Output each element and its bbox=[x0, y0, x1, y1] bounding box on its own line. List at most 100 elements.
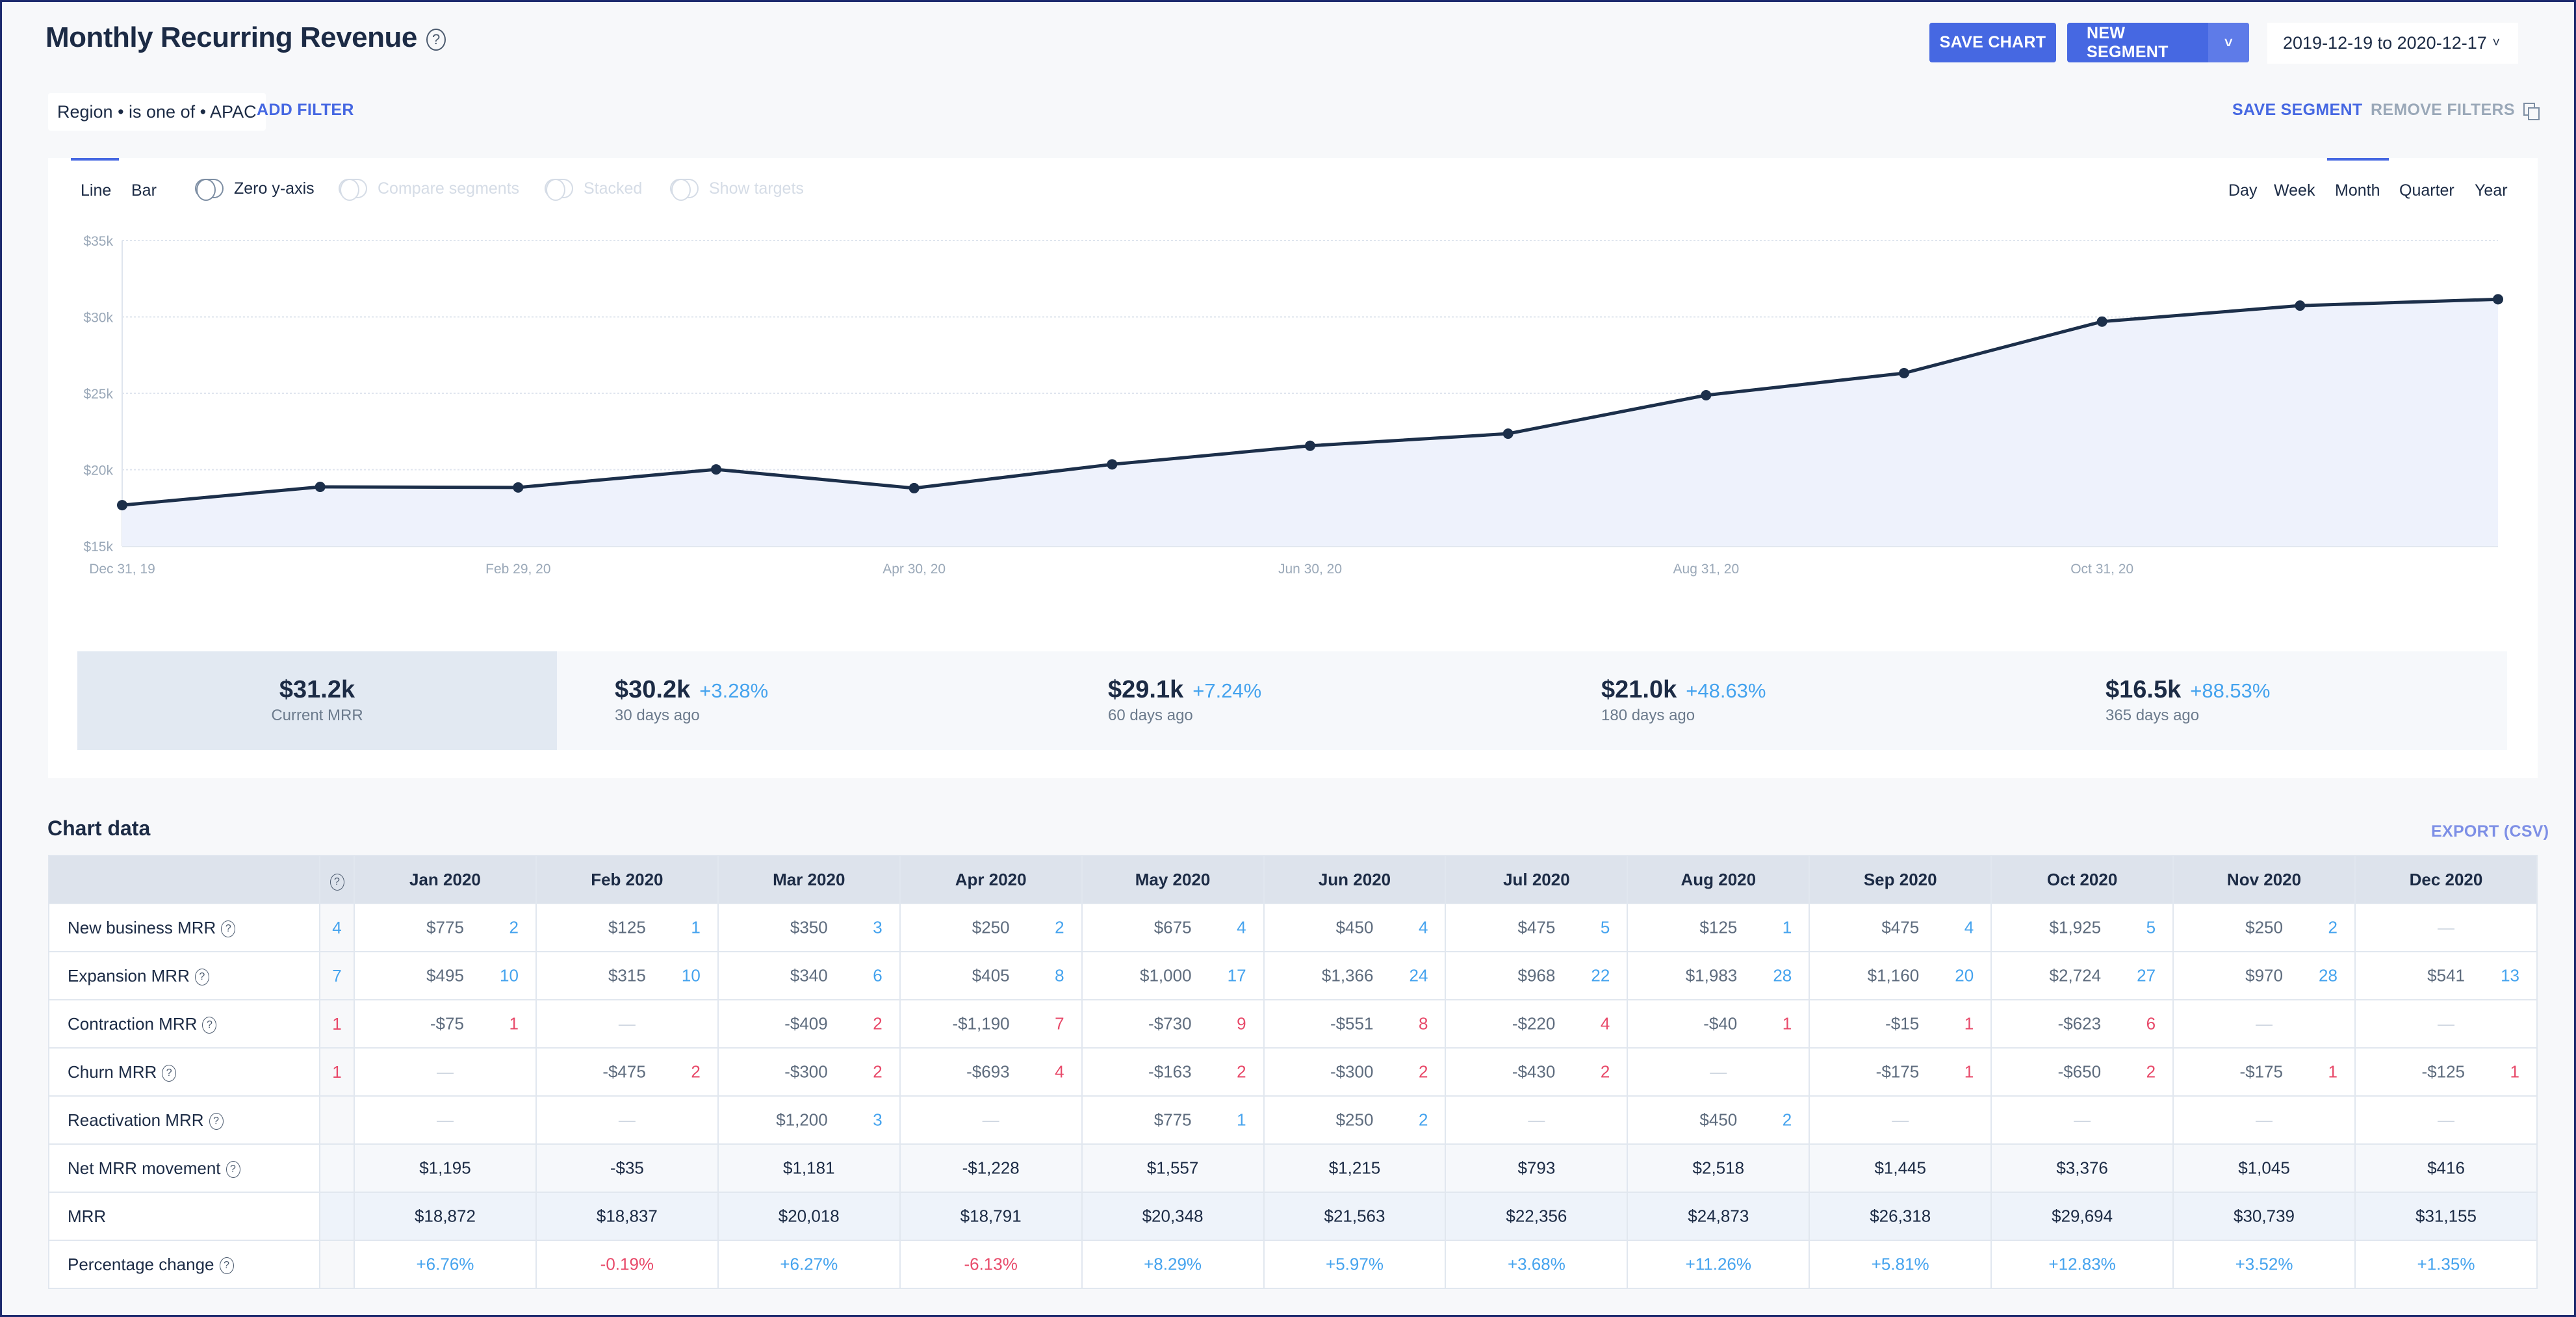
help-icon[interactable]: ? bbox=[194, 968, 209, 985]
month-header: Apr 2020 bbox=[899, 855, 1083, 904]
cell-customer-count[interactable]: 2 bbox=[1055, 918, 1064, 938]
cell-customer-count[interactable]: 3 bbox=[873, 1110, 882, 1130]
row-total-count[interactable]: 7 bbox=[319, 951, 355, 1000]
data-point[interactable] bbox=[2096, 316, 2107, 327]
table-cell: $405 8 bbox=[899, 951, 1083, 1000]
cell-customer-count[interactable]: 2 bbox=[1237, 1062, 1246, 1082]
cell-customer-count[interactable]: 3 bbox=[873, 918, 882, 938]
row-total-count[interactable] bbox=[319, 1095, 355, 1145]
cell-value: $31,155 bbox=[2415, 1206, 2477, 1226]
cell-customer-count[interactable]: 1 bbox=[509, 1014, 518, 1034]
help-icon[interactable]: ? bbox=[225, 1160, 240, 1178]
cell-customer-count[interactable]: 13 bbox=[2501, 966, 2519, 986]
help-icon[interactable]: ? bbox=[162, 1064, 177, 1082]
table-cell: -$35 bbox=[535, 1143, 719, 1193]
data-point[interactable] bbox=[1502, 428, 1513, 439]
table-cell: $250 2 bbox=[899, 903, 1083, 952]
cell-amount: $675 bbox=[1153, 917, 1192, 937]
help-icon[interactable]: ? bbox=[202, 1016, 217, 1034]
data-point[interactable] bbox=[908, 482, 920, 493]
cell-customer-count[interactable]: 2 bbox=[873, 1062, 882, 1082]
table-cell: -$15 1 bbox=[1809, 999, 1992, 1049]
cell-customer-count[interactable]: 4 bbox=[1419, 918, 1428, 938]
cell-customer-count[interactable]: 1 bbox=[1237, 1110, 1246, 1130]
data-point[interactable] bbox=[1107, 459, 1118, 470]
cell-customer-count[interactable]: 1 bbox=[1783, 918, 1792, 938]
help-icon[interactable]: ? bbox=[219, 1257, 234, 1274]
cell-customer-count[interactable]: 1 bbox=[2510, 1062, 2519, 1082]
cell-amount: $775 bbox=[1153, 1110, 1192, 1130]
cell-customer-count[interactable]: 2 bbox=[1783, 1110, 1792, 1130]
cell-value: $1,557 bbox=[1146, 1158, 1199, 1178]
cell-customer-count[interactable]: 2 bbox=[1419, 1062, 1428, 1082]
cell-customer-count[interactable]: 4 bbox=[1601, 1014, 1610, 1034]
cell-customer-count[interactable]: 2 bbox=[1601, 1062, 1610, 1082]
cell-customer-count[interactable]: 7 bbox=[1055, 1014, 1064, 1034]
cell-customer-count[interactable]: 1 bbox=[1783, 1014, 1792, 1034]
row-total-count[interactable]: 4 bbox=[319, 903, 355, 952]
cell-customer-count[interactable]: 2 bbox=[1419, 1110, 1428, 1130]
row-total-count[interactable] bbox=[319, 1143, 355, 1193]
data-point[interactable] bbox=[513, 482, 524, 493]
cell-customer-count[interactable]: 5 bbox=[2146, 918, 2156, 938]
cell-customer-count[interactable]: 6 bbox=[873, 966, 882, 986]
cell-customer-count[interactable]: 1 bbox=[1964, 1014, 1974, 1034]
table-cell: $775 2 bbox=[354, 903, 537, 952]
month-header: May 2020 bbox=[1081, 855, 1265, 904]
empty-value: — bbox=[982, 1110, 999, 1130]
data-point[interactable] bbox=[711, 464, 721, 475]
cell-customer-count[interactable]: 28 bbox=[1773, 966, 1792, 986]
cell-amount: $125 bbox=[1699, 917, 1738, 937]
row-total-count[interactable]: 1 bbox=[319, 999, 355, 1049]
month-header: Dec 2020 bbox=[2354, 855, 2538, 904]
table-cell: -$300 2 bbox=[717, 1047, 901, 1097]
cell-customer-count[interactable]: 27 bbox=[2137, 966, 2156, 986]
export-csv-link[interactable]: EXPORT (CSV) bbox=[2431, 822, 2549, 841]
cell-customer-count[interactable]: 9 bbox=[1237, 1014, 1246, 1034]
cell-customer-count[interactable]: 2 bbox=[509, 918, 518, 938]
cell-customer-count[interactable]: 2 bbox=[2328, 918, 2338, 938]
cell-customer-count[interactable]: 4 bbox=[1237, 918, 1246, 938]
data-point[interactable] bbox=[1899, 368, 1909, 379]
data-point[interactable] bbox=[2295, 300, 2306, 311]
row-total-count[interactable]: 1 bbox=[319, 1047, 355, 1097]
cell-customer-count[interactable]: 28 bbox=[2319, 966, 2338, 986]
cell-customer-count[interactable]: 8 bbox=[1419, 1014, 1428, 1034]
row-total-count[interactable] bbox=[319, 1192, 355, 1241]
cell-customer-count[interactable]: 1 bbox=[691, 918, 700, 938]
cell-customer-count[interactable]: 2 bbox=[691, 1062, 700, 1082]
cell-customer-count[interactable]: 1 bbox=[2328, 1062, 2338, 1082]
cell-amount: -$1,190 bbox=[952, 1013, 1010, 1034]
data-point[interactable] bbox=[1701, 389, 1712, 400]
cell-customer-count[interactable]: 6 bbox=[2146, 1014, 2156, 1034]
cell-customer-count[interactable]: 4 bbox=[1055, 1062, 1064, 1082]
cell-customer-count[interactable]: 2 bbox=[873, 1014, 882, 1034]
table-cell: $1,215 bbox=[1263, 1143, 1447, 1193]
month-header: Jan 2020 bbox=[354, 855, 537, 904]
row-total-count[interactable] bbox=[319, 1240, 355, 1289]
cell-customer-count[interactable]: 24 bbox=[1410, 966, 1428, 986]
help-icon[interactable]: ? bbox=[221, 920, 236, 937]
cell-customer-count[interactable]: 10 bbox=[682, 966, 701, 986]
cell-customer-count[interactable]: 17 bbox=[1228, 966, 1246, 986]
stat-change: +3.28% bbox=[699, 679, 769, 702]
data-point[interactable] bbox=[1305, 440, 1315, 451]
cell-customer-count[interactable]: 4 bbox=[1964, 918, 1974, 938]
help-icon[interactable]: ? bbox=[209, 1112, 224, 1130]
table-cell: +1.35% bbox=[2354, 1240, 2538, 1289]
data-point[interactable] bbox=[315, 482, 326, 493]
row-label: Reactivation MRR? bbox=[48, 1095, 320, 1145]
cell-customer-count[interactable]: 1 bbox=[1964, 1062, 1974, 1082]
cell-customer-count[interactable]: 10 bbox=[500, 966, 519, 986]
data-point[interactable] bbox=[2493, 294, 2503, 305]
cell-value: $2,518 bbox=[1692, 1158, 1745, 1178]
row-label: Net MRR movement? bbox=[48, 1143, 320, 1193]
cell-customer-count[interactable]: 8 bbox=[1055, 966, 1064, 986]
cell-customer-count[interactable]: 22 bbox=[1591, 966, 1610, 986]
help-icon[interactable]: ? bbox=[329, 873, 344, 891]
cell-customer-count[interactable]: 20 bbox=[1955, 966, 1974, 986]
cell-customer-count[interactable]: 2 bbox=[2146, 1062, 2156, 1082]
data-point[interactable] bbox=[117, 500, 127, 511]
table-cell: $250 2 bbox=[2172, 903, 2356, 952]
cell-customer-count[interactable]: 5 bbox=[1601, 918, 1610, 938]
